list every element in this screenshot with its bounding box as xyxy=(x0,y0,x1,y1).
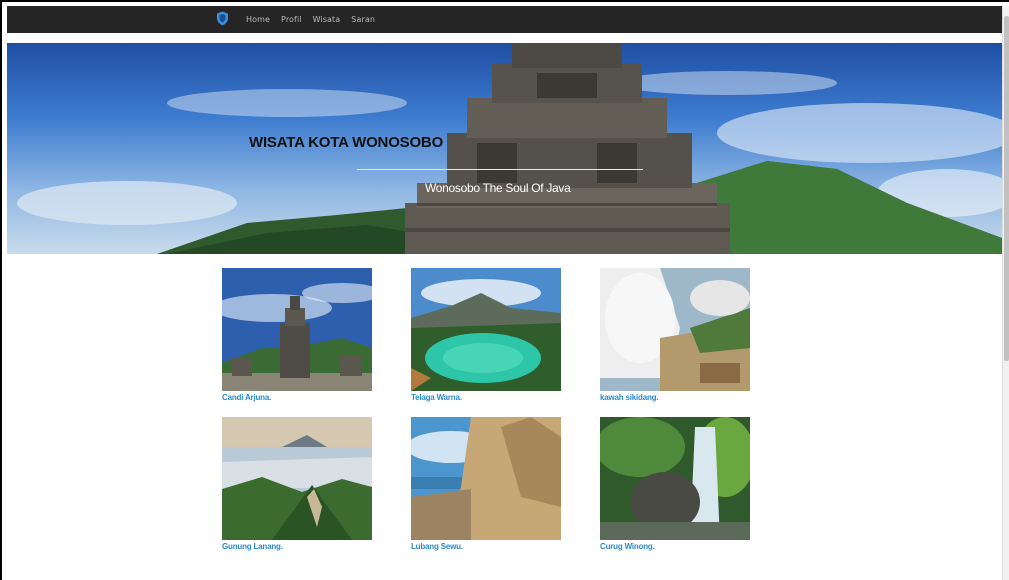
gallery-card-lubang-sewu[interactable]: Lubang Sewu. xyxy=(411,417,561,551)
gallery-card-telaga-warna[interactable]: Telaga Warna. xyxy=(411,268,561,402)
shield-logo-icon[interactable] xyxy=(216,11,229,26)
hero-background-image xyxy=(17,43,1002,254)
telaga-warna-image[interactable] xyxy=(411,268,561,391)
top-navbar: Home Profil Wisata Saran xyxy=(7,6,1002,33)
nav-saran-link[interactable]: Saran xyxy=(351,15,375,24)
gunung-lanang-image[interactable] xyxy=(222,417,372,540)
gallery-caption[interactable]: kawah sikidang. xyxy=(600,393,750,402)
scrollbar-thumb[interactable] xyxy=(1004,16,1009,361)
hero-divider xyxy=(357,169,643,170)
hero-banner: WISATA KOTA WONOSOBO Wonosobo The Soul O… xyxy=(7,43,1002,254)
gallery-caption[interactable]: Candi Arjuna. xyxy=(222,393,372,402)
lubang-sewu-image[interactable] xyxy=(411,417,561,540)
hero-title: WISATA KOTA WONOSOBO xyxy=(249,134,444,151)
gallery-card-kawah-sikidang[interactable]: kawah sikidang. xyxy=(600,268,750,402)
gallery-caption[interactable]: Curug Winong. xyxy=(600,542,750,551)
gallery-caption[interactable]: Gunung Lanang. xyxy=(222,542,372,551)
nav-wisata-link[interactable]: Wisata xyxy=(313,15,341,24)
hero-subtitle: Wonosobo The Soul Of Java xyxy=(425,181,571,195)
gallery-caption[interactable]: Lubang Sewu. xyxy=(411,542,561,551)
curug-winong-image[interactable] xyxy=(600,417,750,540)
kawah-sikidang-image[interactable] xyxy=(600,268,750,391)
gallery-card-curug-winong[interactable]: Curug Winong. xyxy=(600,417,750,551)
candi-arjuna-image[interactable] xyxy=(222,268,372,391)
nav-home-link[interactable]: Home xyxy=(246,15,270,24)
gallery-card-gunung-lanang[interactable]: Gunung Lanang. xyxy=(222,417,372,551)
gallery-caption[interactable]: Telaga Warna. xyxy=(411,393,561,402)
nav-profil-link[interactable]: Profil xyxy=(281,15,302,24)
gallery-card-candi-arjuna[interactable]: Candi Arjuna. xyxy=(222,268,372,402)
vertical-scrollbar[interactable] xyxy=(1002,6,1009,580)
